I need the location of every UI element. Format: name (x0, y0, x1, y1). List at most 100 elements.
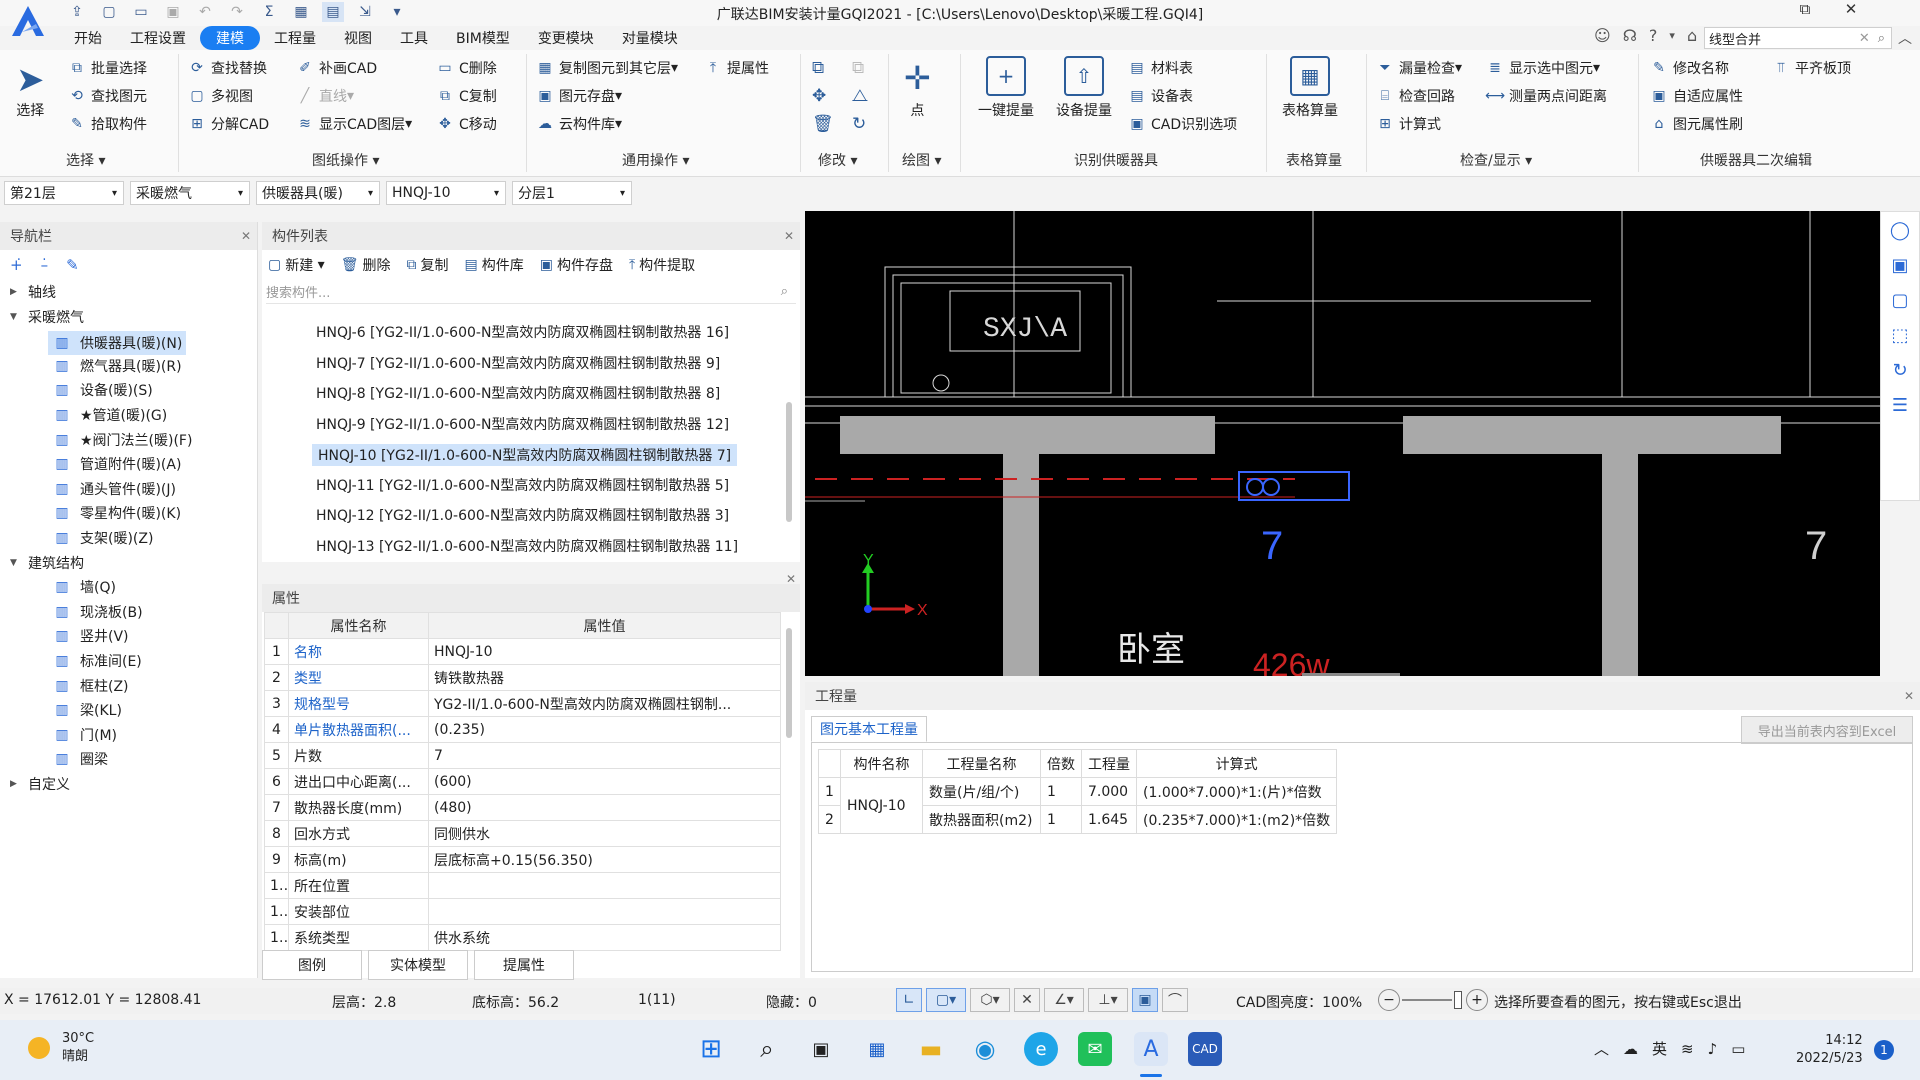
qa-dropdown-icon[interactable]: ▾ (386, 2, 408, 22)
edit-icon[interactable]: ✎ (66, 256, 79, 274)
prop-value[interactable]: YG2-II/1.0-600-N型高效内防腐双椭圆柱钢制... (428, 690, 781, 717)
slider-thumb[interactable] (1454, 991, 1462, 1009)
search-input[interactable]: 线型合并 ✕ ⌕ (1704, 27, 1892, 49)
prop-value[interactable]: 供水系统 (428, 924, 781, 951)
list-item[interactable]: HNQJ-10 [YG2-II/1.0-600-N型高效内防腐双椭圆柱钢制散热器… (312, 444, 738, 466)
task-view-icon[interactable]: ▣ (804, 1032, 838, 1066)
nav-tree-item[interactable]: ▥ 支架(暖)(Z) (52, 528, 153, 548)
table-row[interactable]: 3 规格型号 YG2-II/1.0-600-N型高效内防腐双椭圆柱钢制... (264, 690, 781, 717)
minus-icon[interactable]: − (1378, 989, 1400, 1011)
missing-check-button[interactable]: ⏷ 漏量检查 ▾ (1376, 58, 1462, 78)
group-common-ops-label[interactable]: 通用操作 ▾ (622, 150, 689, 170)
nav-tree-item[interactable]: ▥ 墙(Q) (52, 577, 116, 597)
open-folder-icon[interactable]: ▭ (130, 2, 152, 22)
prop-value[interactable] (428, 872, 781, 899)
pick-component-button[interactable]: ✎ 拾取构件 (68, 114, 147, 134)
store-icon[interactable]: ▦ (860, 1032, 894, 1066)
batch-select-button[interactable]: ⧉ 批量选择 (68, 58, 147, 78)
type-select[interactable]: 供暖器具(暖) ▾ (256, 181, 380, 205)
measure-distance-button[interactable]: ⟷ 测量两点间距离 (1485, 86, 1607, 106)
nav-tree-item[interactable]: ▥ 设备(暖)(S) (52, 380, 152, 400)
component-select[interactable]: HNQJ-10 ▾ (386, 181, 506, 205)
layer-select[interactable]: 分层1 ▾ (512, 181, 632, 205)
group-draw-label[interactable]: 绘图 ▾ (902, 150, 941, 170)
undo-icon[interactable]: ↶ (194, 2, 216, 22)
delete-tool-icon[interactable]: 🗑 (812, 114, 852, 134)
prop-value[interactable]: (600) (428, 768, 781, 795)
browser-e-icon[interactable]: e (1024, 1032, 1058, 1066)
prop-value[interactable]: 层底标高+0.15(56.350) (428, 846, 781, 873)
close-icon[interactable]: ✕ (1904, 689, 1914, 703)
equipment-extract-button[interactable]: ⇧ 设备提量 (1056, 56, 1112, 120)
nav-tree-item[interactable]: ▶ 自定义 (10, 774, 70, 794)
clear-icon[interactable]: ✕ (1859, 31, 1870, 46)
pin-icon[interactable]: ⌂ (1687, 26, 1697, 45)
notification-badge[interactable]: 1 (1874, 1040, 1894, 1060)
redo-icon[interactable]: ↷ (226, 2, 248, 22)
material-table-button[interactable]: ▤ 材料表 (1128, 58, 1193, 78)
table-row[interactable]: 10 所在位置 (264, 872, 781, 899)
copy-button[interactable]: ⧉ 复制 (407, 255, 449, 275)
nav-tree-item[interactable]: ▶ 轴线 (10, 282, 56, 302)
cube-view-icon[interactable]: ▢ (1891, 290, 1908, 311)
tab-extract-attr[interactable]: 提属性 (474, 950, 574, 980)
green-app-icon[interactable]: ✉ (1078, 1032, 1112, 1066)
extract-attr-button[interactable]: ⤒ 提属性 (704, 58, 769, 78)
expand-all-icon[interactable]: +̇ (10, 256, 23, 274)
cloud-library-button[interactable]: ☁ 云构件库 ▾ (536, 114, 622, 134)
new-file-icon[interactable]: ▢ (98, 2, 120, 22)
rotate-view-icon[interactable]: ↻ (1892, 360, 1907, 381)
prop-value[interactable]: (0.235) (428, 716, 781, 743)
scrollbar[interactable] (786, 628, 792, 738)
table-row[interactable]: 1 名称 HNQJ-10 (264, 638, 781, 665)
chevron-right-icon[interactable]: ▶ (10, 287, 20, 297)
chevron-down-icon[interactable]: ▼ (10, 558, 20, 568)
table-row[interactable]: 8 回水方式 同侧供水 (264, 820, 781, 847)
table-calc-button[interactable]: ▦ 表格算量 (1282, 56, 1338, 120)
line-button[interactable]: ╱ 直线 ▾ (296, 86, 354, 106)
restore-icon[interactable]: ⧉ (1782, 0, 1828, 18)
rotate-icon[interactable]: ↻ (852, 114, 892, 134)
c-copy-button[interactable]: ⧉ C复制 (436, 86, 497, 106)
user-icon[interactable]: ☺ (1594, 26, 1611, 45)
dimension-icon[interactable]: ⊥▾ (1088, 988, 1128, 1012)
table-row[interactable]: 4 单片散热器面积(... (0.235) (264, 716, 781, 743)
mirror-copy-icon[interactable]: ⧉ (852, 58, 892, 78)
mirror-icon[interactable]: ⧍ (852, 86, 892, 106)
prop-value[interactable]: 铸铁散热器 (428, 664, 781, 691)
nav-tree-item[interactable]: ▥ 标准间(E) (52, 651, 141, 671)
tab-basic-quantities[interactable]: 图元基本工程量 (811, 716, 927, 742)
nav-tree-item[interactable]: ▼ 采暖燃气 (10, 307, 84, 327)
cloud-icon[interactable]: ☁ (1623, 1040, 1638, 1058)
slider-track[interactable] (1402, 999, 1452, 1001)
tray-chevron-icon[interactable]: ︿ (1594, 1038, 1609, 1059)
find-replace-button[interactable]: ⟳ 查找替换 (188, 58, 267, 78)
help-icon[interactable]: ? (1649, 26, 1658, 45)
attr-brush-button[interactable]: ⌂ 图元属性刷 (1650, 114, 1743, 134)
component-extract-button[interactable]: ⤒ 构件提取 (629, 255, 695, 275)
cad-app-icon[interactable]: CAD (1188, 1032, 1222, 1066)
show-cad-layer-button[interactable]: ≋ 显示CAD图层 ▾ (296, 114, 412, 134)
floor-select[interactable]: 第21层 ▾ (4, 181, 124, 205)
delete-button[interactable]: 🗑 删除 (341, 255, 391, 275)
copy-to-floor-button[interactable]: ▦ 复制图元到其它层 ▾ (536, 58, 678, 78)
cad-identify-options-button[interactable]: ▣ CAD识别选项 (1128, 114, 1237, 134)
nav-tree-item[interactable]: ▼ 建筑结构 (10, 553, 84, 573)
glodon-app-icon[interactable]: A (1134, 1032, 1168, 1066)
close-icon[interactable]: ✕ (784, 229, 794, 243)
nav-tree-item[interactable]: ▥ 框柱(Z) (52, 676, 128, 696)
c-delete-button[interactable]: ▭ C删除 (436, 58, 496, 78)
group-drawing-ops-label[interactable]: 图纸操作 ▾ (312, 150, 379, 170)
menu-quantities[interactable]: 工程量 (260, 26, 330, 50)
ime-indicator[interactable]: 英 (1652, 1038, 1667, 1059)
component-library-button[interactable]: ▤ 构件库 (465, 255, 524, 275)
nav-tree-item[interactable]: ▥ 竖井(V) (52, 626, 128, 646)
nav-tree-item[interactable]: ▥ 供暖器具(暖)(N) (48, 331, 187, 356)
layout-icon[interactable]: ▤ (322, 2, 344, 22)
search-icon[interactable]: ⌕ (750, 1032, 784, 1066)
menu-tools[interactable]: 工具 (386, 26, 442, 50)
3d-view-icon[interactable]: ▣ (1891, 255, 1908, 276)
menu-compare-module[interactable]: 对量模块 (608, 26, 692, 50)
prop-value[interactable]: HNQJ-10 (428, 638, 781, 665)
weather-widget[interactable]: 30°C 晴朗 (28, 1030, 94, 1066)
